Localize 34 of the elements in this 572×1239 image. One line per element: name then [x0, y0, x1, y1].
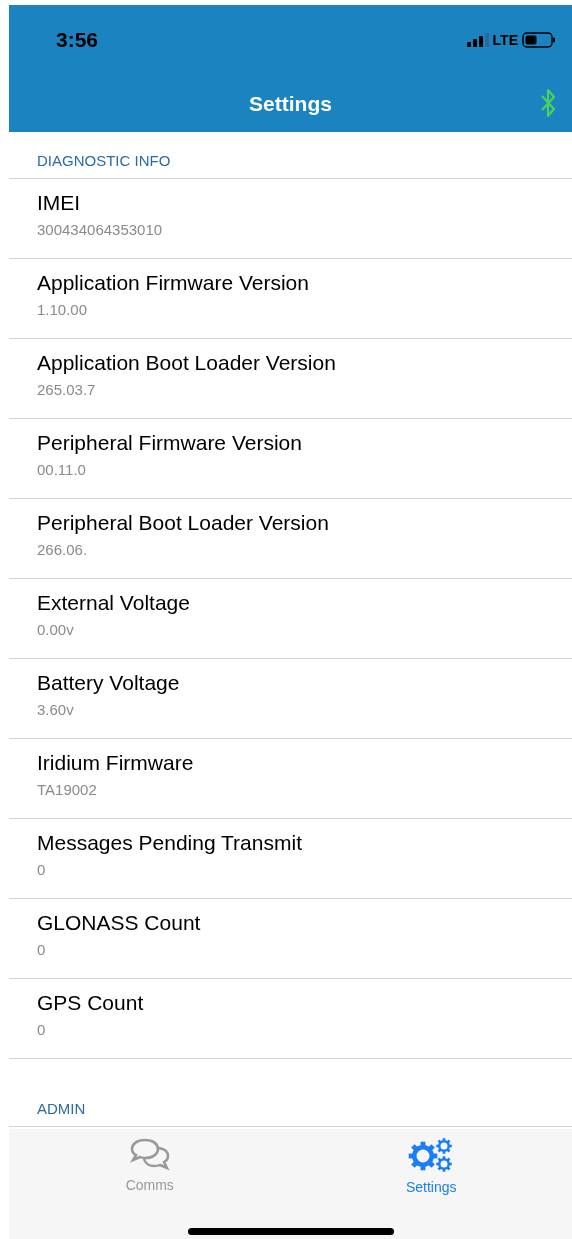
row-title: Battery Voltage: [37, 671, 180, 695]
chat-bubbles-icon: [128, 1137, 171, 1171]
tab-item[interactable]: Comms: [9, 1129, 291, 1195]
row-title: External Voltage: [37, 591, 190, 615]
row-title: IMEI: [37, 191, 81, 215]
tab-item[interactable]: Settings: [290, 1129, 572, 1195]
row-value: 00.11.0: [37, 461, 86, 478]
row-title: Iridium Firmware: [37, 751, 194, 775]
row-title: Messages Pending Transmit: [37, 831, 302, 855]
row-value: 0: [37, 861, 46, 878]
bluetooth-icon[interactable]: [541, 88, 555, 118]
row-value: 0: [37, 941, 46, 958]
screen-title: Settings: [249, 91, 332, 116]
status-time: 3:56: [56, 28, 99, 52]
row-value: TA19002: [37, 781, 97, 798]
section-header: DIAGNOSTIC INFO: [37, 152, 171, 171]
row-value: 3.60v: [37, 701, 74, 718]
row-title: GPS Count: [37, 991, 144, 1015]
battery-icon: [522, 32, 556, 48]
row-title: Application Boot Loader Version: [37, 351, 336, 375]
row-title: Peripheral Firmware Version: [37, 431, 302, 455]
row-value: 0.00v: [37, 621, 74, 638]
gears-icon: [408, 1137, 455, 1173]
row-title: Peripheral Boot Loader Version: [37, 511, 329, 535]
signal-icon: [466, 33, 489, 47]
network-label: LTE: [492, 32, 518, 48]
row-value: 0: [37, 1021, 46, 1038]
row-value: 1.10.00: [37, 301, 88, 318]
row-value: 300434064353010: [37, 221, 163, 238]
row-title: GLONASS Count: [37, 911, 201, 935]
row-value: 265.03.7: [37, 381, 96, 398]
row-title: Application Firmware Version: [37, 271, 309, 295]
section-header: ADMIN: [37, 1100, 86, 1119]
row-value: 266.06.: [37, 541, 88, 558]
